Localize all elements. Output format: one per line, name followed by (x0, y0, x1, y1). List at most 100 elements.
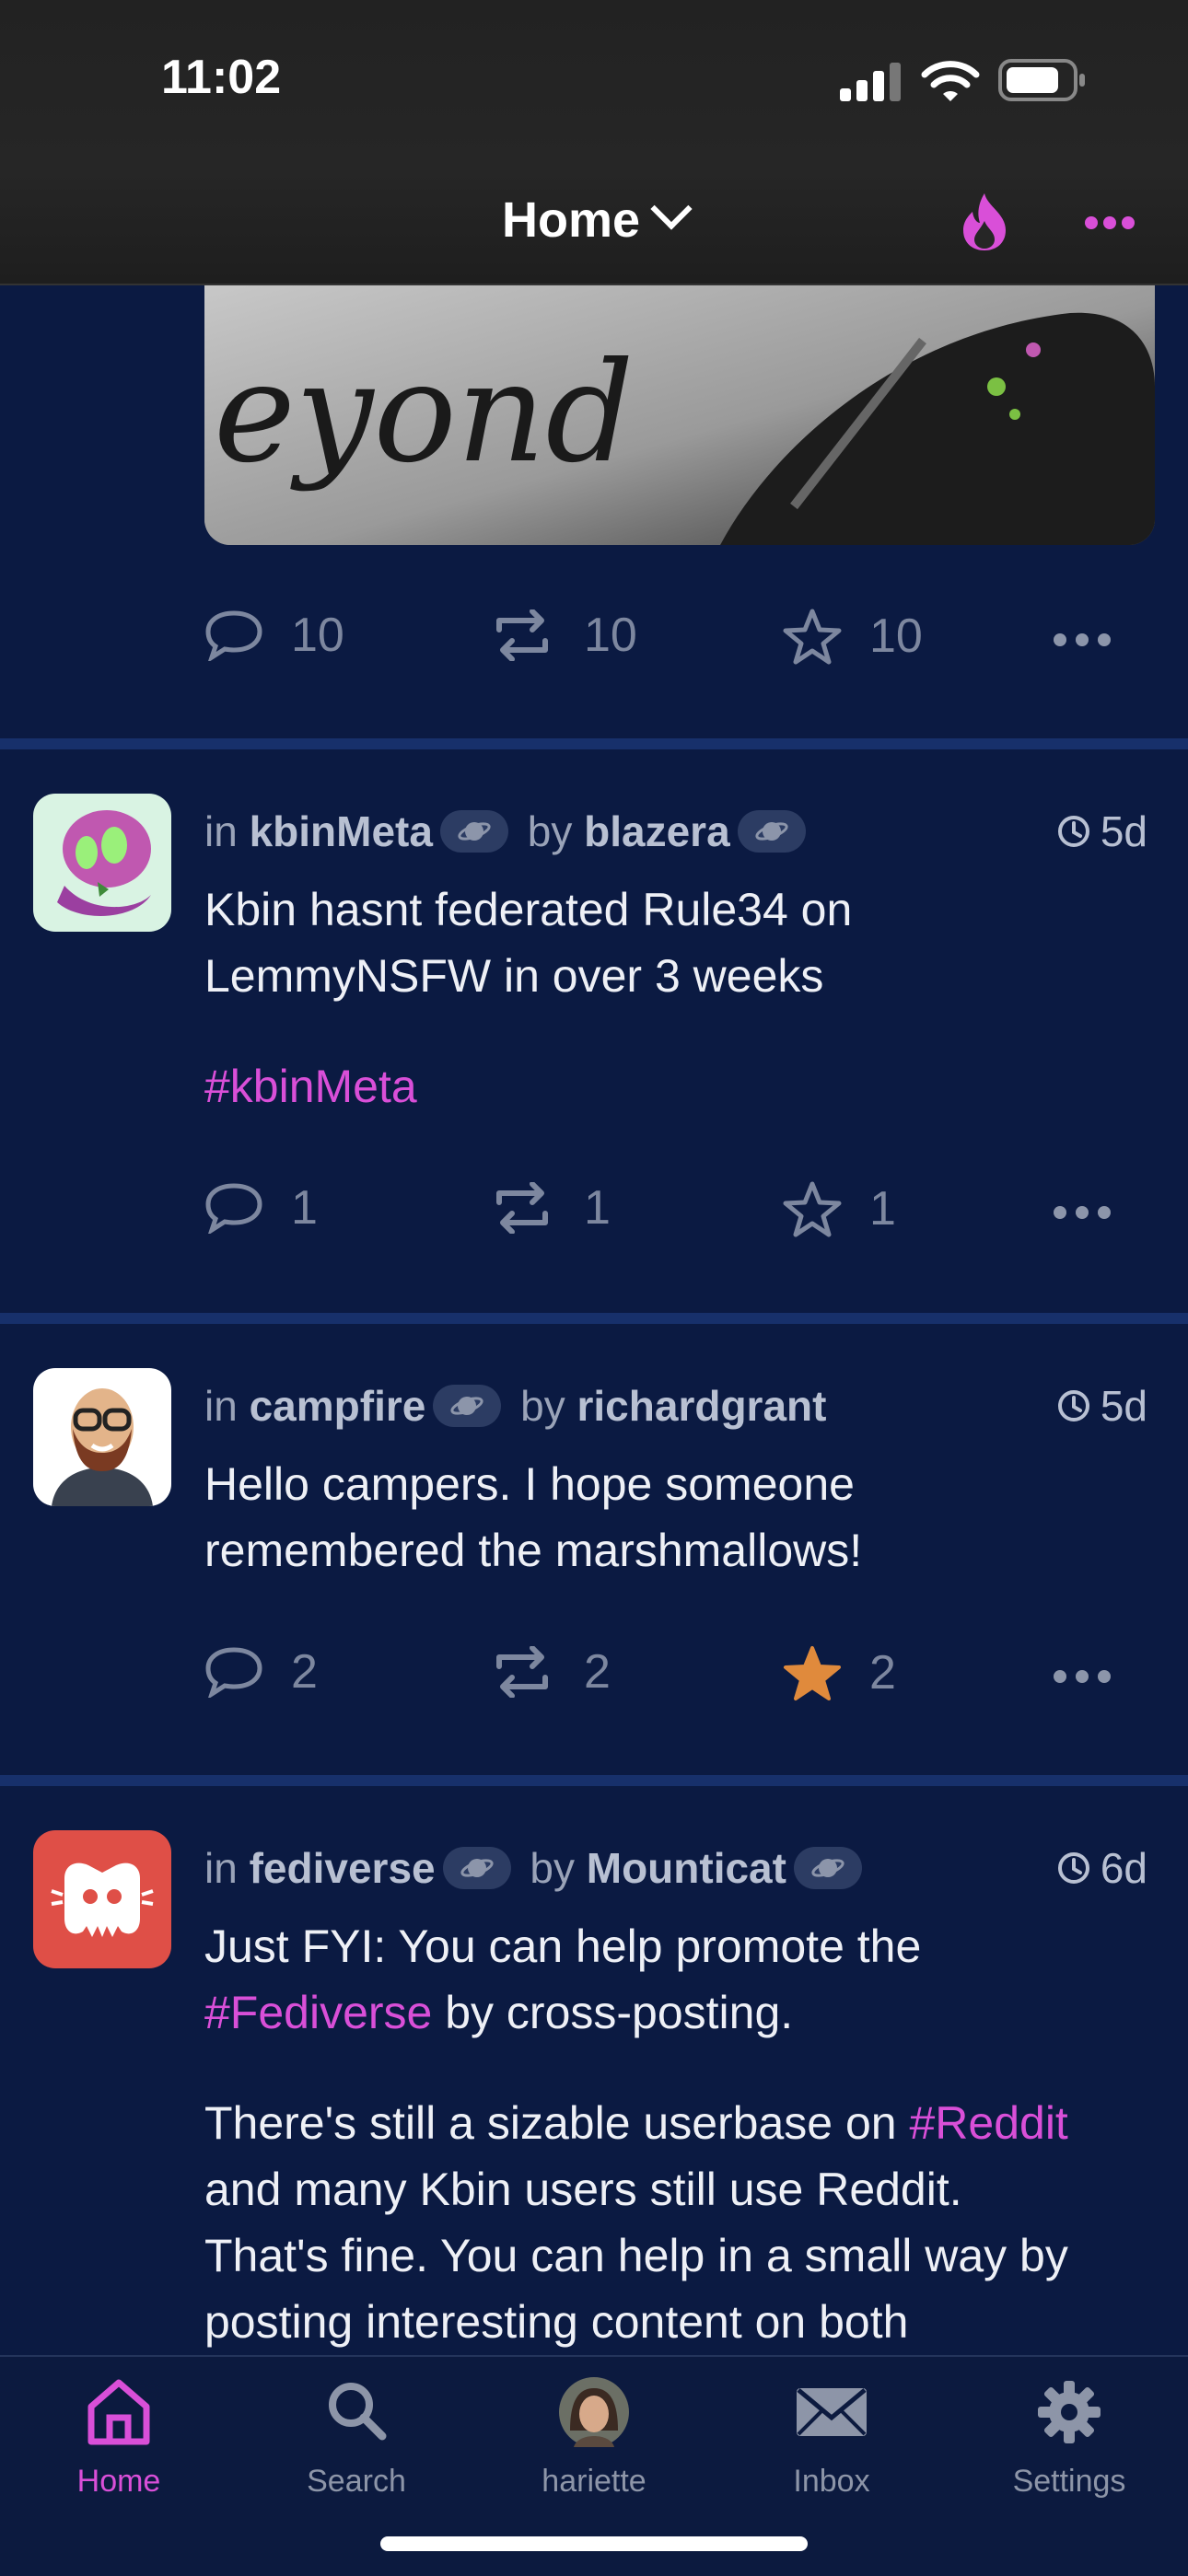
home-indicator[interactable] (380, 2536, 808, 2551)
federated-badge (439, 809, 508, 853)
body-line: remembered the marshmallows! (204, 1525, 863, 1576)
chevron-down-icon (650, 188, 693, 230)
post-actions: 1 1 1 (204, 1180, 1162, 1254)
comment-icon (205, 1183, 262, 1234)
boost-button[interactable]: 2 (488, 1644, 611, 1700)
boost-icon (496, 1182, 548, 1234)
divider (0, 738, 1188, 749)
body-line: LemmyNSFW in over 3 weeks (204, 950, 824, 1002)
body-line: posting interesting content on both (204, 2296, 909, 2348)
favorite-count: 1 (869, 1182, 896, 1236)
favorite-count: 10 (869, 609, 923, 663)
body-line: Kbin hasnt federated Rule34 on (204, 884, 853, 935)
magazine-link[interactable]: fediverse (250, 1844, 436, 1892)
post-meta: in fediverse by Mounticat (204, 1843, 869, 1893)
comment-icon (205, 1647, 262, 1698)
star-icon (783, 1181, 842, 1237)
post-more-icon[interactable] (1054, 1206, 1111, 1219)
tab-search[interactable]: Search (238, 2357, 475, 2499)
more-menu-icon[interactable] (1084, 215, 1136, 230)
comment-button[interactable]: 10 (204, 608, 344, 663)
tab-label: Home (76, 2464, 161, 2499)
hashtag-link[interactable]: #Fediverse (204, 1987, 432, 2038)
boost-count: 2 (584, 1645, 611, 1699)
battery-icon (998, 59, 1085, 101)
comment-count: 2 (291, 1645, 318, 1699)
body-line: Just FYI: You can help promote the (204, 1920, 922, 1972)
body-line: That's fine. You can help in a small way… (204, 2230, 1068, 2281)
age-text: 5d (1100, 807, 1147, 855)
age-text: 5d (1100, 1382, 1147, 1430)
post-body[interactable]: Hello campers. I hope someone remembered… (204, 1451, 1162, 1584)
tab-settings[interactable]: Settings (950, 2357, 1188, 2499)
meta-in-label: in (204, 1382, 238, 1430)
tab-label: Inbox (793, 2464, 870, 2499)
meta-in-label: in (204, 807, 238, 855)
flame-icon[interactable] (960, 191, 1009, 252)
boost-count: 10 (584, 609, 637, 662)
federated-badge (793, 1846, 862, 1889)
boost-icon (496, 1646, 548, 1698)
meta-by-label: by (520, 1382, 565, 1430)
hashtag-link[interactable]: #kbinMeta (204, 1053, 1162, 1120)
page-title: Home (501, 192, 641, 248)
boost-button[interactable]: 1 (488, 1180, 611, 1236)
body-text-run: There's still a sizable userbase on (204, 2097, 910, 2149)
tab-inbox[interactable]: Inbox (713, 2357, 950, 2499)
prev-post-actions: 10 10 10 (204, 608, 1162, 681)
wifi-icon (921, 61, 980, 101)
feed-selector[interactable]: Home (0, 188, 1188, 249)
star-icon (783, 609, 842, 665)
post-age: 6d (1056, 1843, 1147, 1893)
gear-icon (1038, 2381, 1101, 2443)
comment-button[interactable]: 2 (204, 1644, 318, 1700)
magazine-link[interactable]: campfire (250, 1382, 426, 1430)
post-age: 5d (1056, 806, 1147, 856)
comment-count: 1 (291, 1181, 318, 1235)
post-body-paragraph[interactable]: There's still a sizable userbase on #Red… (204, 2090, 1181, 2355)
author-link[interactable]: Mounticat (587, 1844, 786, 1892)
body-line: Hello campers. I hope someone (204, 1458, 855, 1510)
post-body[interactable]: Kbin hasnt federated Rule34 on LemmyNSFW… (204, 876, 1162, 1009)
favorite-button[interactable]: 10 (783, 608, 923, 665)
federated-badge (442, 1846, 511, 1889)
tab-label: Settings (1012, 2464, 1126, 2499)
tab-profile[interactable]: hariette (475, 2357, 713, 2499)
post-image[interactable]: eyond (204, 276, 1155, 545)
home-icon (87, 2379, 150, 2445)
post-actions: 2 2 2 (204, 1644, 1162, 1718)
divider (0, 1775, 1188, 1786)
post-more-icon[interactable] (1054, 1670, 1111, 1683)
image-lettering: eyond (214, 333, 634, 493)
author-link[interactable]: richardgrant (577, 1382, 827, 1430)
magazine-avatar[interactable] (33, 1830, 171, 1968)
post-body[interactable]: Just FYI: You can help promote the #Fedi… (204, 1913, 1162, 2046)
tab-home[interactable]: Home (0, 2357, 238, 2499)
meta-by-label: by (527, 807, 573, 855)
hashtag-link[interactable]: #Reddit (909, 2097, 1067, 2149)
favorite-button[interactable]: 2 (783, 1644, 896, 1701)
clock-icon (1057, 1851, 1089, 1884)
search-icon (329, 2383, 387, 2441)
star-filled-icon (784, 1646, 841, 1700)
magazine-avatar[interactable] (33, 1368, 171, 1506)
magazine-avatar[interactable] (33, 794, 171, 932)
avatar (559, 2377, 629, 2447)
comment-button[interactable]: 1 (204, 1180, 318, 1236)
boost-button[interactable]: 10 (488, 608, 637, 663)
meta-by-label: by (530, 1844, 575, 1892)
age-text: 6d (1100, 1844, 1147, 1892)
magazine-link[interactable]: kbinMeta (250, 807, 433, 855)
body-line: and many Kbin users still use Reddit. (204, 2164, 962, 2215)
favorite-button[interactable]: 1 (783, 1180, 896, 1237)
favorite-count: 2 (869, 1646, 896, 1700)
signal-icon (840, 63, 901, 101)
post-meta: in campfire by richardgrant (204, 1381, 826, 1431)
status-time: 11:02 (161, 51, 282, 104)
comment-count: 10 (291, 609, 344, 662)
author-link[interactable]: blazera (584, 807, 730, 855)
divider (0, 1313, 1188, 1324)
tab-label: hariette (542, 2464, 646, 2499)
post-more-icon[interactable] (1054, 633, 1111, 646)
federated-badge (433, 1384, 502, 1427)
